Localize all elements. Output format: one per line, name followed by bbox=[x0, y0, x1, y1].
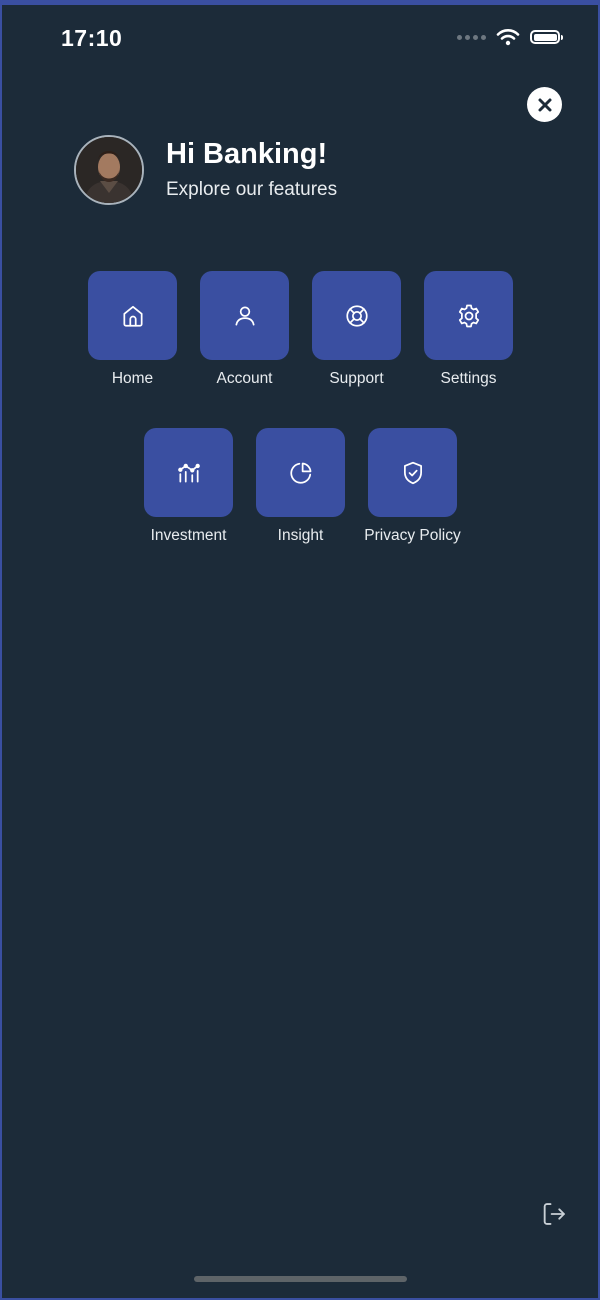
user-icon bbox=[234, 305, 255, 326]
menu-label-privacy-policy: Privacy Policy bbox=[364, 527, 461, 544]
menu-label-account: Account bbox=[216, 370, 273, 387]
menu-item-settings[interactable]: Settings bbox=[424, 271, 513, 388]
close-button[interactable] bbox=[527, 87, 562, 122]
status-time: 17:10 bbox=[61, 25, 123, 51]
wifi-icon bbox=[496, 29, 520, 46]
home-indicator[interactable] bbox=[194, 1276, 407, 1282]
menu-label-settings: Settings bbox=[440, 370, 497, 387]
logout-button[interactable] bbox=[540, 1200, 568, 1228]
greeting-title: Hi Banking! bbox=[166, 138, 328, 170]
menu-label-investment: Investment bbox=[150, 527, 227, 544]
close-icon bbox=[538, 98, 551, 111]
menu-item-account[interactable]: Account bbox=[200, 271, 289, 388]
status-icons bbox=[457, 28, 563, 46]
menu-item-home[interactable]: Home bbox=[88, 271, 177, 388]
account-tile[interactable] bbox=[200, 271, 289, 360]
settings-tile[interactable] bbox=[424, 271, 513, 360]
menu-label-support: Support bbox=[329, 370, 384, 387]
support-tile[interactable] bbox=[312, 271, 401, 360]
menu-label-home: Home bbox=[111, 370, 154, 387]
investment-tile[interactable] bbox=[144, 428, 233, 517]
investment-chart-icon bbox=[177, 463, 200, 483]
insight-tile[interactable] bbox=[256, 428, 345, 517]
menu-row-2: Investment Insight Privacy Policy bbox=[144, 428, 461, 545]
gear-icon bbox=[458, 304, 479, 327]
logout-icon bbox=[543, 1203, 565, 1225]
menu-item-insight[interactable]: Insight bbox=[256, 428, 345, 545]
home-tile[interactable] bbox=[88, 271, 177, 360]
lifebuoy-icon bbox=[345, 304, 368, 327]
pie-chart-icon bbox=[289, 462, 311, 484]
menu-item-support[interactable]: Support bbox=[312, 271, 401, 388]
menu-screen: 17:10 Hi Banking! Explore our features H… bbox=[2, 5, 598, 1298]
shield-check-icon bbox=[403, 461, 422, 484]
home-icon bbox=[122, 305, 143, 327]
menu-item-privacy-policy[interactable]: Privacy Policy bbox=[364, 428, 461, 545]
menu-label-insight: Insight bbox=[277, 527, 324, 544]
battery-icon bbox=[530, 30, 563, 44]
greeting-subtitle: Explore our features bbox=[166, 179, 338, 200]
user-avatar-photo bbox=[76, 137, 142, 203]
privacy-policy-tile[interactable] bbox=[368, 428, 457, 517]
menu-item-investment[interactable]: Investment bbox=[144, 428, 233, 545]
signal-dots-icon bbox=[457, 34, 486, 40]
avatar bbox=[74, 135, 144, 205]
menu-row-1: Home Account Support Settings bbox=[88, 271, 513, 388]
